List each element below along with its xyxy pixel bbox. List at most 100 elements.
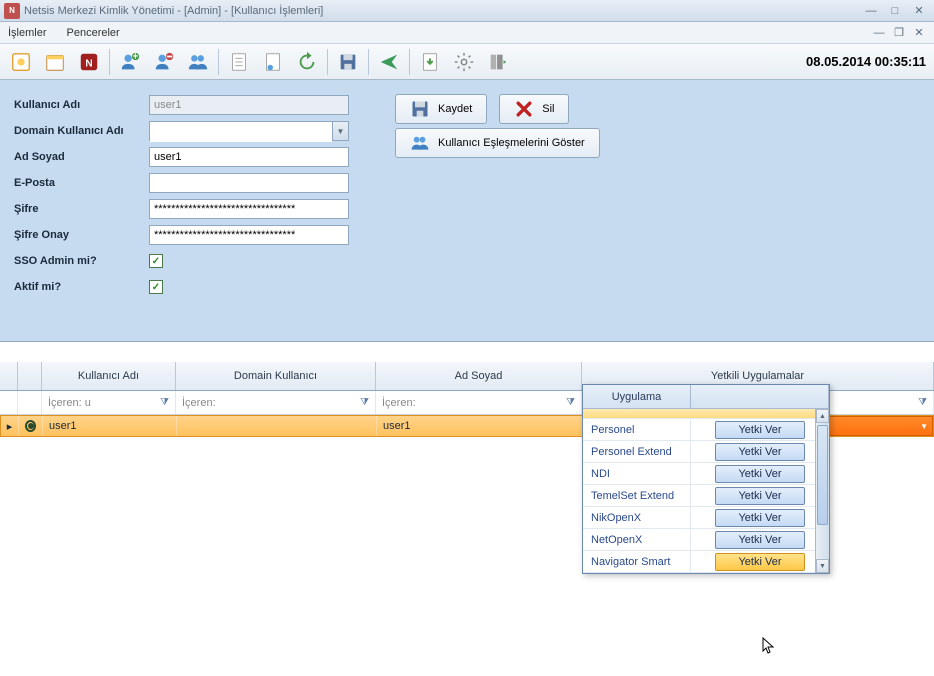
dropdown-scrollbar[interactable]: ▲ ▼ xyxy=(815,409,829,573)
dropdown-row[interactable]: Personel Extend Yetki Ver xyxy=(583,441,829,463)
svg-text:+: + xyxy=(133,51,139,62)
yetki-ver-button[interactable]: Yetki Ver xyxy=(715,553,805,571)
label-aktif: Aktif mi? xyxy=(14,281,149,293)
dropdown-row[interactable]: TemelSet Extend Yetki Ver xyxy=(583,485,829,507)
chevron-down-icon[interactable]: ▼ xyxy=(332,122,348,140)
label-sifre: Şifre xyxy=(14,203,149,215)
menu-pencereler[interactable]: Pencereler xyxy=(67,27,120,39)
grid-header-selector xyxy=(18,362,42,390)
toolbar-refresh-icon[interactable] xyxy=(291,47,323,77)
grid-filter-kullanici-adi[interactable]: İçeren: u⧩ xyxy=(42,391,176,414)
grid-header-domain-kullanici[interactable]: Domain Kullanıcı xyxy=(176,362,376,390)
checkbox-sso-admin[interactable]: ✓ xyxy=(149,254,163,268)
toolbar-user-remove-icon[interactable] xyxy=(148,47,180,77)
window-title: Netsis Merkezi Kimlik Yönetimi - [Admin]… xyxy=(24,5,860,17)
input-sifre[interactable] xyxy=(149,199,349,219)
funnel-icon[interactable]: ⧩ xyxy=(918,397,927,408)
toolbar-calendar-icon[interactable] xyxy=(39,47,71,77)
scroll-up-icon[interactable]: ▲ xyxy=(816,409,829,423)
checkbox-aktif[interactable]: ✓ xyxy=(149,280,163,294)
input-eposta[interactable] xyxy=(149,173,349,193)
input-kullanici-adi[interactable] xyxy=(149,95,349,115)
toolbar-document-icon[interactable] xyxy=(223,47,255,77)
apps-dropdown: Uygulama PersonelYetki VerPersonel Exten… xyxy=(582,384,830,574)
grid-filter-domain[interactable]: İçeren:⧩ xyxy=(176,391,376,414)
save-button[interactable]: Kaydet xyxy=(395,94,487,124)
dropdown-item-name: NikOpenX xyxy=(583,507,691,528)
yetki-ver-button[interactable]: Yetki Ver xyxy=(715,509,805,527)
row-radio[interactable] xyxy=(19,416,43,436)
input-sifre-onay[interactable] xyxy=(149,225,349,245)
toolbar-stack-icon[interactable] xyxy=(482,47,514,77)
dropdown-item-name: NDI xyxy=(583,463,691,484)
yetki-ver-button[interactable]: Yetki Ver xyxy=(715,443,805,461)
mdi-controls: — ❐ ✕ xyxy=(870,26,928,40)
input-ad-soyad[interactable] xyxy=(149,147,349,167)
grid-filter-ad-soyad[interactable]: İçeren:⧩ xyxy=(376,391,582,414)
show-matches-button-label: Kullanıcı Eşleşmelerini Göster xyxy=(438,137,585,149)
yetki-ver-button[interactable]: Yetki Ver xyxy=(715,465,805,483)
toolbar-settings-icon[interactable] xyxy=(448,47,480,77)
dropdown-item-action: Yetki Ver xyxy=(691,419,829,440)
chevron-down-icon[interactable]: ▼ xyxy=(920,422,928,431)
funnel-icon[interactable]: ⧩ xyxy=(360,397,369,408)
delete-icon xyxy=(514,99,534,119)
maximize-button[interactable]: □ xyxy=(884,3,906,19)
toolbar-document-user-icon[interactable] xyxy=(257,47,289,77)
dropdown-item-name: NetOpenX xyxy=(583,529,691,550)
dropdown-item-action: Yetki Ver xyxy=(691,529,829,550)
grid-header-indicator xyxy=(0,362,18,390)
yetki-ver-button[interactable]: Yetki Ver xyxy=(715,531,805,549)
mdi-restore-button[interactable]: ❐ xyxy=(890,26,908,40)
svg-text:N: N xyxy=(85,58,92,69)
toolbar-user-add-icon[interactable]: + xyxy=(114,47,146,77)
dropdown-row[interactable]: NetOpenX Yetki Ver xyxy=(583,529,829,551)
grid-header-kullanici-adi[interactable]: Kullanıcı Adı xyxy=(42,362,176,390)
dropdown-item-action: Yetki Ver xyxy=(691,441,829,462)
dropdown-row[interactable]: NDI Yetki Ver xyxy=(583,463,829,485)
dropdown-row-spacer xyxy=(583,409,829,419)
delete-button[interactable]: Sil xyxy=(499,94,569,124)
funnel-icon[interactable]: ⧩ xyxy=(160,397,169,408)
toolbar-send-icon[interactable] xyxy=(373,47,405,77)
combo-domain-kullanici-adi[interactable]: ▼ xyxy=(149,121,349,141)
dropdown-header-uygulama[interactable]: Uygulama xyxy=(583,385,691,408)
toolbar-users-icon[interactable] xyxy=(182,47,214,77)
dropdown-row[interactable]: Personel Yetki Ver xyxy=(583,419,829,441)
mdi-close-button[interactable]: ✕ xyxy=(910,26,928,40)
yetki-ver-button[interactable]: Yetki Ver xyxy=(715,421,805,439)
minimize-button[interactable]: — xyxy=(860,3,882,19)
dropdown-item-name: Personel xyxy=(583,419,691,440)
dropdown-row[interactable]: Navigator SmartYetki Ver xyxy=(583,551,829,573)
scroll-thumb[interactable] xyxy=(817,425,828,525)
label-sso-admin: SSO Admin mi? xyxy=(14,255,149,267)
toolbar-import-icon[interactable] xyxy=(414,47,446,77)
grid-header-ad-soyad[interactable]: Ad Soyad xyxy=(376,362,582,390)
grid: Kullanıcı Adı Domain Kullanıcı Ad Soyad … xyxy=(0,362,934,437)
dropdown-header-action xyxy=(691,385,829,408)
yetki-ver-button[interactable]: Yetki Ver xyxy=(715,487,805,505)
toolbar-new-icon[interactable] xyxy=(5,47,37,77)
dropdown-item-name: Personel Extend xyxy=(583,441,691,462)
toolbar-save-icon[interactable] xyxy=(332,47,364,77)
dropdown-item-name: TemelSet Extend xyxy=(583,485,691,506)
dropdown-row[interactable]: NikOpenX Yetki Ver xyxy=(583,507,829,529)
dropdown-item-action: Yetki Ver xyxy=(691,485,829,506)
menu-bar: İşlemler Pencereler — ❐ ✕ xyxy=(0,22,934,44)
input-domain-kullanici-adi[interactable] xyxy=(150,122,332,142)
cell-ad-soyad: user1 xyxy=(377,416,583,436)
show-matches-button[interactable]: Kullanıcı Eşleşmelerini Göster xyxy=(395,128,600,158)
row-indicator-icon: ▸ xyxy=(1,416,19,436)
label-ad-soyad: Ad Soyad xyxy=(14,151,149,163)
cursor-icon xyxy=(762,637,776,655)
app-icon: N xyxy=(4,3,20,19)
mdi-minimize-button[interactable]: — xyxy=(870,26,888,40)
toolbar-n-icon[interactable]: N xyxy=(73,47,105,77)
close-button[interactable]: ✕ xyxy=(908,3,930,19)
dropdown-item-action: Yetki Ver xyxy=(691,507,829,528)
toolbar: N + 08.05.2014 00:35:11 xyxy=(0,44,934,80)
funnel-icon[interactable]: ⧩ xyxy=(566,397,575,408)
scroll-down-icon[interactable]: ▼ xyxy=(816,559,829,573)
menu-islemler[interactable]: İşlemler xyxy=(8,27,47,39)
form-panel: Kullanıcı Adı Domain Kullanıcı Adı ▼ Ad … xyxy=(0,80,934,342)
